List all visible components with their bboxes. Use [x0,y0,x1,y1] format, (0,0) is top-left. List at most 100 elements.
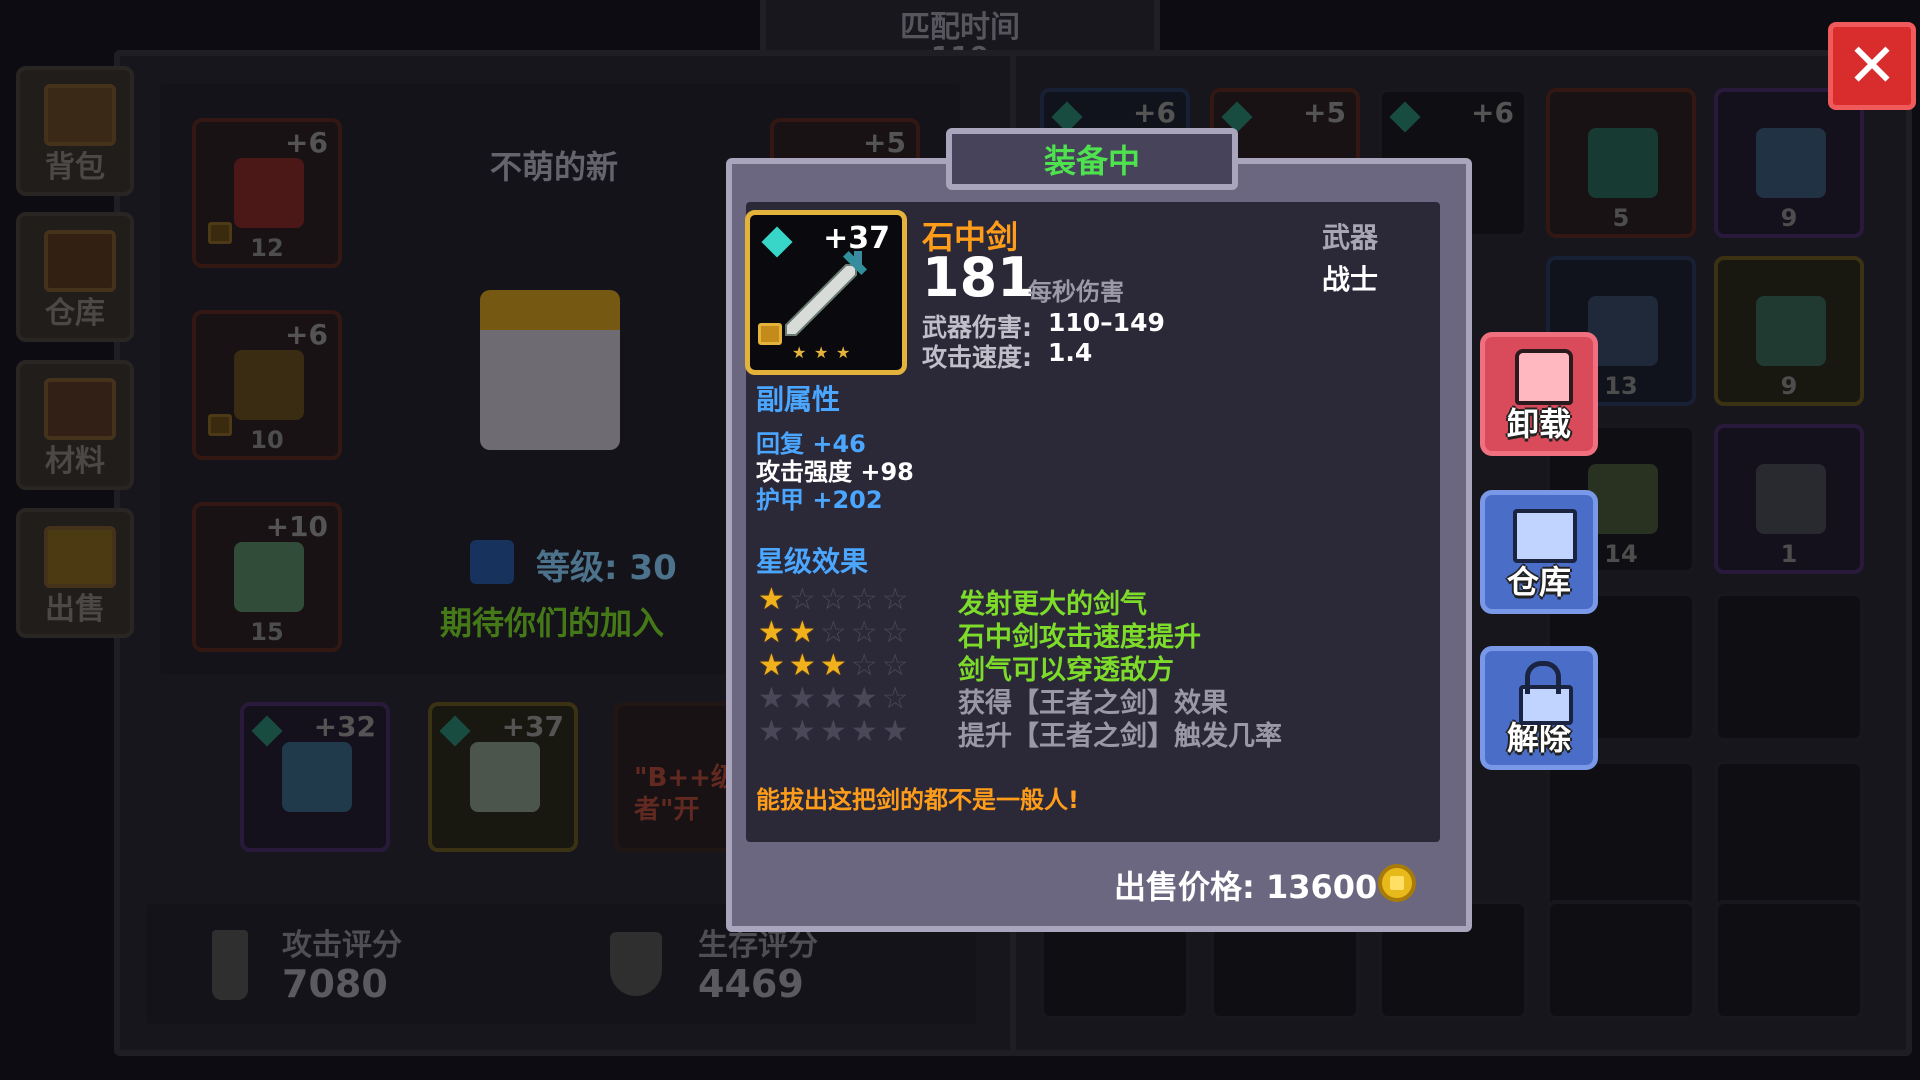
slot-plus: +5 [863,126,906,159]
warehouse-icon [44,230,116,292]
wings-icon [1588,296,1658,366]
slot-plus: +37 [501,710,564,743]
inventory-slot-7[interactable]: 9 [1714,256,1864,406]
inventory-slot-4[interactable]: 5 [1546,88,1696,238]
item-dps-label: 每秒伤害 [1028,278,1124,306]
star-icon: ★ [788,615,816,650]
star-icon: ☆ [819,582,847,617]
star-icon: ★ [758,714,785,749]
inventory-slot-empty[interactable] [1714,592,1864,742]
unequip-button[interactable]: 卸载 [1480,332,1598,456]
star-icon: ☆ [850,648,878,683]
character-level: 等级: 30 [536,548,677,588]
inventory-slot-9[interactable]: 1 [1714,424,1864,574]
attack-score-label: 攻击评分 [282,928,402,963]
tab-materials-label: 材料 [45,444,105,479]
level-badge-icon [470,540,514,584]
shield-score-icon [610,932,662,996]
star-icon: ★ [788,714,816,749]
close-button[interactable]: ✕ [1828,22,1916,110]
slot-count: 1 [1780,540,1798,568]
star-icon: ★ [788,648,816,683]
inventory-slot-5[interactable]: 9 [1714,88,1864,238]
star-icon: ★ [819,648,847,683]
equip-slot-necklace[interactable]: +6 10 [192,310,342,460]
star-effect-text: 提升【王者之剑】触发几率 [958,721,1282,752]
gold-pile-icon [44,526,116,588]
unequip-label: 卸载 [1506,405,1571,443]
slot-count: 12 [250,234,284,262]
equipped-banner: 装备中 [946,128,1238,190]
equip-slot-armor[interactable]: +10 15 [192,502,342,652]
armor-icon [1756,128,1826,198]
armor-icon [234,542,304,612]
weapon-slot-2[interactable]: +37 [428,702,578,852]
star-icon: ☆ [850,615,878,650]
character-name: 不萌的新 [490,148,619,186]
tab-backpack-label: 背包 [45,150,105,185]
warehouse-button[interactable]: 仓库 [1480,490,1598,614]
sword-icon [470,742,540,812]
tab-sell-label: 出售 [45,592,105,627]
chest-icon [44,84,116,146]
star-rating-row: ★ ★ ★ ★ ★ [758,717,909,747]
materials-icon [44,378,116,440]
necklace-icon [234,350,304,420]
tab-materials[interactable]: 材料 [16,360,134,490]
amulet-icon [1588,464,1658,534]
tab-backpack[interactable]: 背包 [16,66,134,196]
item-damage-value: 110–149 [1048,308,1165,337]
star-icon: ★ [788,681,816,716]
inventory-slot-empty[interactable] [1714,900,1864,1020]
sub-stat: 护甲 +202 [756,486,883,514]
survival-score-value: 4469 [698,962,804,1006]
sell-price: 出售价格: 13600 [1114,868,1378,906]
star-icon: ★ [758,582,785,617]
star-icon: ★ [819,714,847,749]
star-rating-row: ★ ★ ☆ ☆ ☆ [758,618,909,648]
close-icon: ✕ [1846,31,1898,101]
tab-warehouse[interactable]: 仓库 [16,212,134,342]
equip-slot-helmet[interactable]: +6 12 [192,118,342,268]
weapon-slot-1[interactable]: +32 [240,702,390,852]
warehouse-label: 仓库 [1506,563,1571,601]
cape-icon [1756,296,1826,366]
gem-icon [439,715,471,747]
warehouse-icon [1513,509,1577,563]
star-rating-row: ★ ☆ ☆ ☆ ☆ [758,585,909,615]
inventory-slot-empty[interactable] [1546,900,1696,1020]
gem-icon [251,715,283,747]
slot-count: 15 [250,618,284,646]
armor-icon [1515,349,1573,405]
sword-icon [785,250,868,336]
armor-icon [1588,128,1658,198]
star-icon: ★ [758,615,785,650]
star-icon: ☆ [819,615,847,650]
item-star-icon: ★ [814,343,829,362]
character-motto: 期待你们的加入 [440,604,665,642]
item-star-icon: ★ [836,343,851,362]
star-rating-row: ★ ★ ★ ☆ ☆ [758,651,909,681]
boots-icon [1756,464,1826,534]
rifle-icon [282,742,352,812]
star-icon: ☆ [881,582,909,617]
inventory-slot-empty[interactable] [1546,760,1696,910]
star-icon: ★ [758,648,785,683]
inventory-slot-empty[interactable] [1714,760,1864,910]
item-dps: 181 [922,246,1035,309]
slot-locked-text: "B++级 者"开 [634,763,737,825]
star-icon: ★ [850,681,878,716]
tab-sell[interactable]: 出售 [16,508,134,638]
item-flavor-text: 能拔出这把剑的都不是一般人! [756,786,1079,814]
star-effects-title: 星级效果 [756,545,869,578]
slot-count: 9 [1780,204,1798,232]
slot-plus: +6 [285,318,328,351]
item-speed-label: 攻击速度: [922,343,1032,372]
star-rating-row: ★ ★ ★ ★ ☆ [758,684,909,714]
tab-warehouse-label: 仓库 [45,296,105,331]
helmet-icon [234,158,304,228]
unlock-button[interactable]: 解除 [1480,646,1598,770]
star-icon: ☆ [881,648,909,683]
slot-plus: +32 [313,710,376,743]
gem-icon [1389,101,1421,133]
